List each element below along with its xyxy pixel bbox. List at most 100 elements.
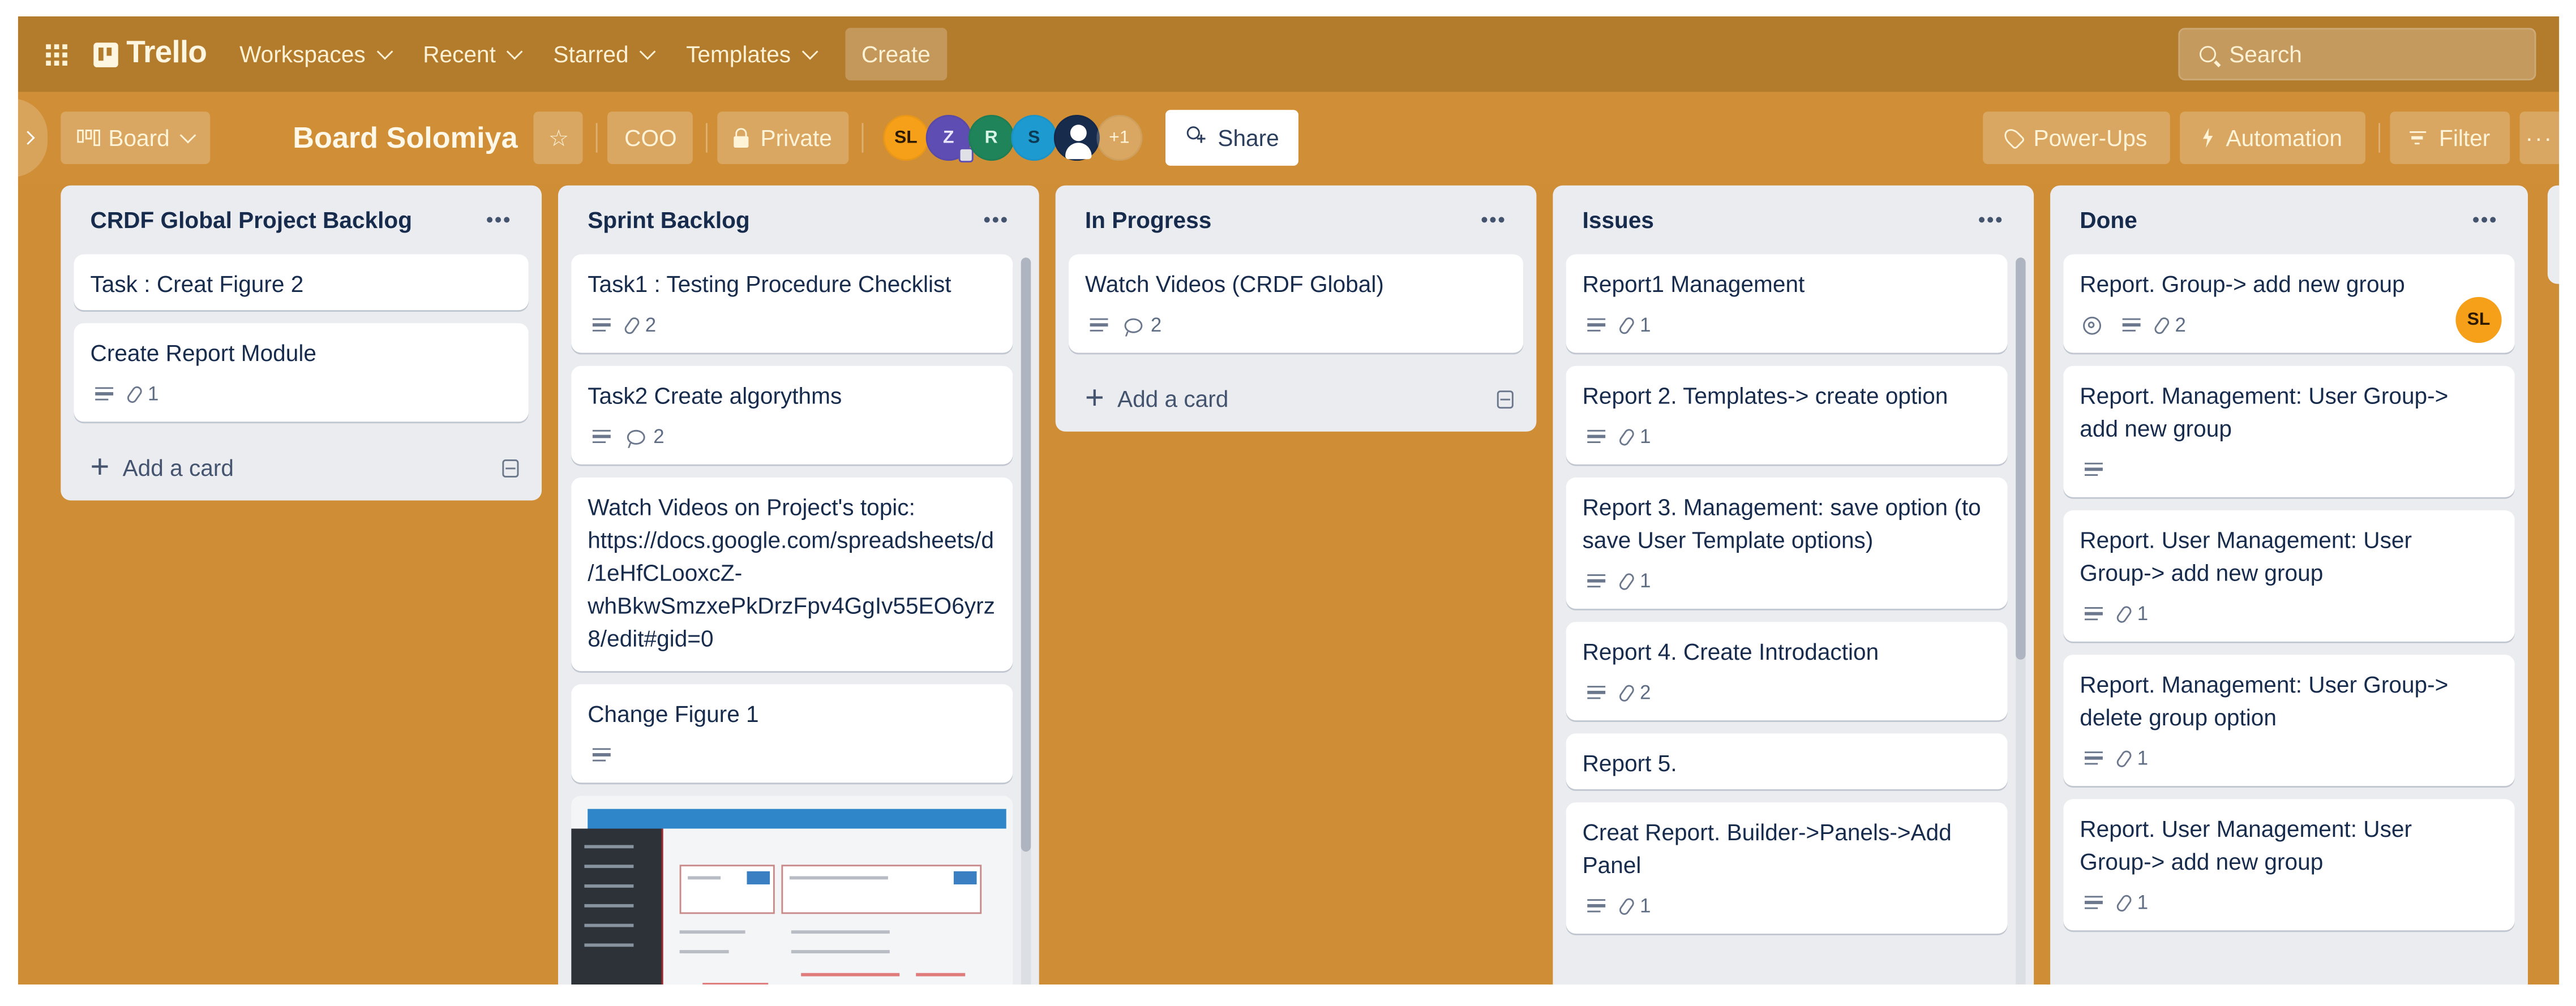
card-badges: [588, 737, 996, 773]
card[interactable]: Report 5.: [1566, 733, 2008, 789]
filter-icon: [2409, 131, 2426, 145]
member-avatar[interactable]: S: [1010, 115, 1057, 161]
card[interactable]: Creat Report. Builder->Panels->Add Panel…: [1566, 802, 2008, 934]
attachment-icon: [2153, 315, 2171, 336]
grid-icon: [45, 43, 67, 65]
power-ups-button[interactable]: Power-Ups: [1982, 111, 2170, 164]
card[interactable]: Report. Management: User Group-> delete …: [2063, 655, 2515, 786]
search-input[interactable]: Search: [2178, 28, 2536, 81]
nav-workspaces[interactable]: Workspaces: [223, 28, 406, 80]
attachment-icon: [1617, 895, 1636, 916]
board-view-switcher[interactable]: Board: [61, 111, 211, 164]
list-header: Issues •••: [1566, 186, 2021, 255]
add-card-button[interactable]: + Add a card: [74, 435, 529, 501]
member-avatar[interactable]: Z: [925, 115, 974, 163]
card-with-cover-image[interactable]: [571, 796, 1013, 984]
expand-sidebar-button[interactable]: [18, 98, 48, 178]
create-button[interactable]: Create: [845, 28, 947, 81]
visibility-label: Private: [760, 124, 832, 151]
board-title[interactable]: Board Solomiya: [293, 121, 517, 155]
visibility-button[interactable]: Private: [718, 111, 848, 164]
more-members-button[interactable]: +1: [1096, 115, 1142, 161]
trello-logo[interactable]: Trello: [93, 36, 207, 72]
card[interactable]: Task : Creat Figure 2: [74, 254, 529, 311]
card-title: Task2 Create algorythms: [588, 382, 842, 409]
automation-button[interactable]: Automation: [2180, 111, 2365, 164]
nav-templates[interactable]: Templates: [670, 28, 832, 80]
attachment-count: 2: [2175, 313, 2186, 337]
create-from-template-icon[interactable]: [502, 458, 519, 477]
card-title: Report1 Management: [1582, 270, 1805, 297]
member-avatar[interactable]: SL: [882, 115, 929, 161]
default-user-avatar-icon[interactable]: [1053, 115, 1100, 161]
list-title[interactable]: Issues: [1583, 207, 1654, 233]
star-board-button[interactable]: ☆: [534, 111, 584, 164]
board-header: Board Board Solomiya ☆ COO Private SL Z …: [18, 92, 2560, 184]
card[interactable]: Create Report Module 1: [74, 323, 529, 422]
card[interactable]: Watch Videos on Project's topic: https:/…: [571, 477, 1013, 672]
add-another-list-peek[interactable]: [2547, 185, 2560, 284]
description-icon: [2122, 317, 2141, 332]
list-actions-icon[interactable]: •••: [1971, 208, 2011, 231]
list-actions-icon[interactable]: •••: [1474, 208, 1514, 231]
card-badges: 1: [2080, 740, 2498, 776]
list-title[interactable]: Done: [2080, 207, 2137, 233]
card[interactable]: Report1 Management 1: [1566, 254, 2008, 353]
card-badges: 1: [1583, 419, 1991, 455]
card[interactable]: Report 4. Create Introdaction 2: [1566, 622, 2008, 721]
card[interactable]: Watch Videos (CRDF Global) 2: [1068, 254, 1524, 353]
attachment-count: 1: [2137, 602, 2149, 625]
add-card-label: Add a card: [1117, 385, 1229, 412]
add-person-icon: [1185, 126, 1208, 149]
card[interactable]: Change Figure 1: [571, 684, 1013, 783]
card[interactable]: Task2 Create algorythms 2: [571, 366, 1013, 465]
attachment-count: 1: [1640, 313, 1651, 337]
list-actions-icon[interactable]: •••: [977, 208, 1017, 231]
card[interactable]: Report. User Management: User Group-> ad…: [2063, 799, 2515, 931]
list-header: Done •••: [2063, 186, 2515, 255]
lightning-bolt-icon: [2202, 128, 2213, 148]
list-title[interactable]: Sprint Backlog: [588, 207, 750, 233]
share-button[interactable]: Share: [1165, 110, 1299, 166]
card-container: Report1 Management 1 Report 2. Templates…: [1566, 254, 2008, 934]
list-scrollbar[interactable]: [2016, 257, 2026, 984]
nav-recent[interactable]: Recent: [406, 28, 537, 80]
description-icon: [592, 429, 611, 444]
description-icon: [1090, 317, 1108, 332]
list-actions-icon[interactable]: •••: [479, 208, 519, 231]
attachment-count: 2: [645, 313, 657, 337]
card-badges: 2: [1583, 674, 1991, 711]
board-view-icon: [77, 130, 100, 147]
scrollbar-thumb[interactable]: [1021, 257, 1031, 853]
list-actions-icon[interactable]: •••: [2466, 208, 2505, 231]
power-ups-label: Power-Ups: [2033, 124, 2148, 151]
list-scrollbar[interactable]: [1021, 257, 1031, 984]
card[interactable]: Report. Group-> add new group 2 SL: [2063, 254, 2515, 353]
scrollbar-thumb[interactable]: [2016, 257, 2026, 659]
app-name: Trello: [126, 36, 207, 71]
filter-label: Filter: [2439, 124, 2491, 151]
chevron-down-icon: [180, 126, 197, 143]
member-avatar[interactable]: R: [968, 115, 1014, 161]
card[interactable]: Report 2. Templates-> create option 1: [1566, 366, 2008, 465]
card[interactable]: Task1 : Testing Procedure Checklist 2: [571, 254, 1013, 353]
list-title[interactable]: CRDF Global Project Backlog: [91, 207, 413, 233]
board-view-label: Board: [108, 124, 170, 151]
filter-button[interactable]: Filter: [2390, 111, 2510, 164]
card[interactable]: Report 3. Management: save option (to sa…: [1566, 477, 2008, 609]
list-title[interactable]: In Progress: [1085, 207, 1211, 233]
card-badges: [2080, 452, 2498, 488]
card[interactable]: Report. Management: User Group-> add new…: [2063, 366, 2515, 497]
card-member-avatar[interactable]: SL: [2455, 296, 2502, 343]
nav-starred[interactable]: Starred: [537, 28, 670, 80]
app-switcher-button[interactable]: [28, 26, 84, 82]
workspace-button[interactable]: COO: [608, 111, 693, 164]
admin-badge-icon: [958, 148, 974, 163]
create-from-template-icon[interactable]: [1497, 389, 1514, 408]
description-icon: [1587, 573, 1606, 588]
card[interactable]: Report. User Management: User Group-> ad…: [2063, 510, 2515, 642]
chevron-down-icon: [801, 42, 818, 59]
board-menu-button[interactable]: ···: [2519, 111, 2560, 164]
card-title: Task : Creat Figure 2: [90, 270, 304, 297]
add-card-button[interactable]: + Add a card: [1069, 366, 1523, 432]
